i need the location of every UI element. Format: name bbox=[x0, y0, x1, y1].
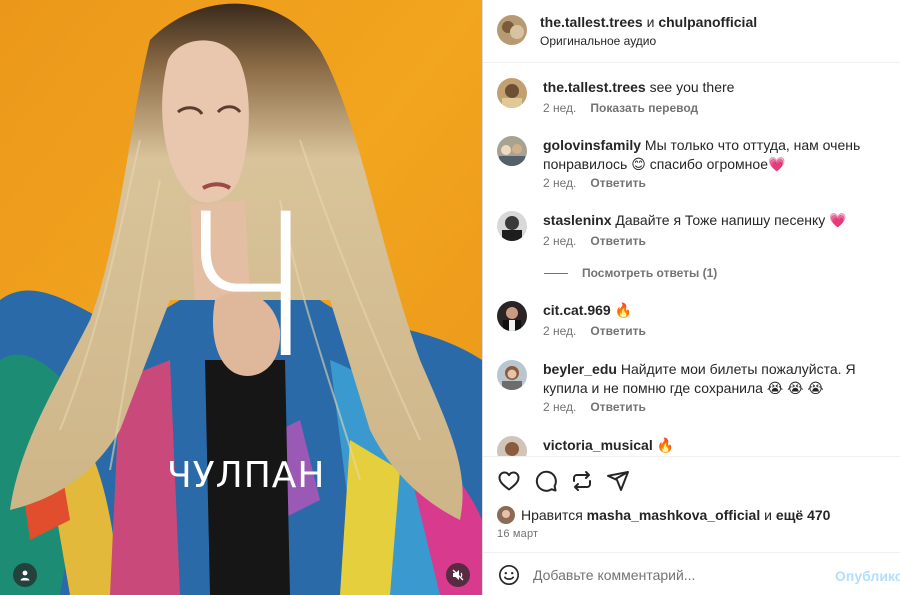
post-header: the.tallest.trees и chulpanofficial Ориг… bbox=[483, 0, 900, 63]
comment-body: Давайте я Тоже напишу песенку 💗 bbox=[615, 212, 847, 228]
artist-name: ЧУЛПАН bbox=[167, 455, 326, 496]
tagged-users-button[interactable] bbox=[13, 563, 37, 587]
add-comment-bar: Опубликов bbox=[483, 552, 900, 595]
likes-count[interactable]: ещё 470 bbox=[776, 507, 831, 523]
commenter-avatar[interactable] bbox=[497, 78, 527, 108]
comment-time: 2 нед. bbox=[543, 101, 577, 115]
reply-link[interactable]: Ответить bbox=[590, 176, 645, 190]
comment-icon[interactable] bbox=[534, 469, 558, 493]
post-viewer: Ч ЧУЛПАН the.tallest.trees и chulpanoffi… bbox=[0, 0, 900, 595]
liker-avatar bbox=[497, 506, 515, 524]
likes-conjunction: и bbox=[764, 507, 772, 523]
commenter-avatar[interactable] bbox=[497, 436, 527, 456]
show-translation-link[interactable]: Показать перевод bbox=[590, 101, 698, 115]
action-bar bbox=[483, 456, 900, 502]
author-username-2[interactable]: chulpanofficial bbox=[658, 14, 757, 30]
muted-speaker-icon bbox=[452, 569, 464, 581]
comment-text: golovinsfamily Мы только что оттуда, нам… bbox=[543, 136, 893, 174]
comment-username[interactable]: stasleninx bbox=[543, 212, 611, 228]
comment-meta: 2 нед. Показать перевод bbox=[543, 101, 698, 115]
post-comment-button[interactable]: Опубликов bbox=[835, 568, 900, 584]
comment-body: 🔥 bbox=[656, 437, 675, 453]
comment-username[interactable]: beyler_edu bbox=[543, 361, 617, 377]
comment-meta: 2 нед. Ответить bbox=[543, 176, 646, 190]
comment-time: 2 нед. bbox=[543, 400, 577, 414]
audio-label[interactable]: Оригинальное аудио bbox=[540, 34, 656, 48]
person-icon bbox=[20, 570, 30, 581]
post-date[interactable]: 16 март bbox=[497, 528, 538, 540]
likes-summary[interactable]: Нравится masha_mashkova_official и ещё 4… bbox=[497, 506, 830, 524]
post-panel: the.tallest.trees и chulpanofficial Ориг… bbox=[482, 0, 900, 595]
commenter-avatar[interactable] bbox=[497, 360, 527, 390]
view-replies-button[interactable]: Посмотреть ответы (1) bbox=[544, 266, 717, 280]
comment-meta: 2 нед. Ответить bbox=[543, 234, 646, 248]
comment-body: see you there bbox=[649, 79, 735, 95]
comment-username[interactable]: golovinsfamily bbox=[543, 137, 641, 153]
commenter-avatar[interactable] bbox=[497, 211, 527, 241]
comment-time: 2 нед. bbox=[543, 324, 577, 338]
authors-conjunction: и bbox=[646, 14, 655, 30]
emoji-icon[interactable] bbox=[498, 564, 520, 586]
share-icon[interactable] bbox=[606, 469, 630, 493]
comment-meta: 2 нед. Ответить bbox=[543, 324, 646, 338]
likes-prefix: Нравится bbox=[521, 507, 583, 523]
comment-time: 2 нед. bbox=[543, 176, 577, 190]
post-authors: the.tallest.trees и chulpanofficial bbox=[540, 14, 757, 30]
post-media[interactable]: Ч ЧУЛПАН bbox=[0, 0, 482, 595]
liker-username[interactable]: masha_mashkova_official bbox=[587, 507, 761, 523]
comment-text: stasleninx Давайте я Тоже напишу песенку… bbox=[543, 211, 893, 230]
reply-link[interactable]: Ответить bbox=[590, 324, 645, 338]
comment-username[interactable]: cit.cat.969 bbox=[543, 302, 611, 318]
author-username-1[interactable]: the.tallest.trees bbox=[540, 14, 643, 30]
comment-username[interactable]: victoria_musical bbox=[543, 437, 653, 453]
comment-text: victoria_musical 🔥 bbox=[543, 436, 893, 455]
comment-text: cit.cat.969 🔥 bbox=[543, 301, 893, 320]
commenter-avatar[interactable] bbox=[497, 301, 527, 331]
comment-username[interactable]: the.tallest.trees bbox=[543, 79, 646, 95]
reply-link[interactable]: Ответить bbox=[590, 234, 645, 248]
comment-input[interactable] bbox=[533, 560, 823, 590]
replies-divider bbox=[544, 272, 568, 274]
view-replies-label: Посмотреть ответы (1) bbox=[582, 266, 718, 280]
heart-icon[interactable] bbox=[497, 469, 521, 493]
title-letter: Ч bbox=[178, 171, 314, 402]
commenter-avatar[interactable] bbox=[497, 136, 527, 166]
mute-button[interactable] bbox=[446, 563, 470, 587]
comment-time: 2 нед. bbox=[543, 234, 577, 248]
comment-text: beyler_edu Найдите мои билеты пожалуйста… bbox=[543, 360, 893, 398]
comment-body: 🔥 bbox=[614, 302, 633, 318]
comment-text: the.tallest.trees see you there bbox=[543, 78, 893, 97]
repost-icon[interactable] bbox=[570, 469, 594, 493]
comments-list[interactable]: the.tallest.trees see you there 2 нед. По… bbox=[483, 64, 900, 456]
comment-meta: 2 нед. Ответить bbox=[543, 400, 646, 414]
author-avatar[interactable] bbox=[497, 15, 527, 45]
reply-link[interactable]: Ответить bbox=[590, 400, 645, 414]
